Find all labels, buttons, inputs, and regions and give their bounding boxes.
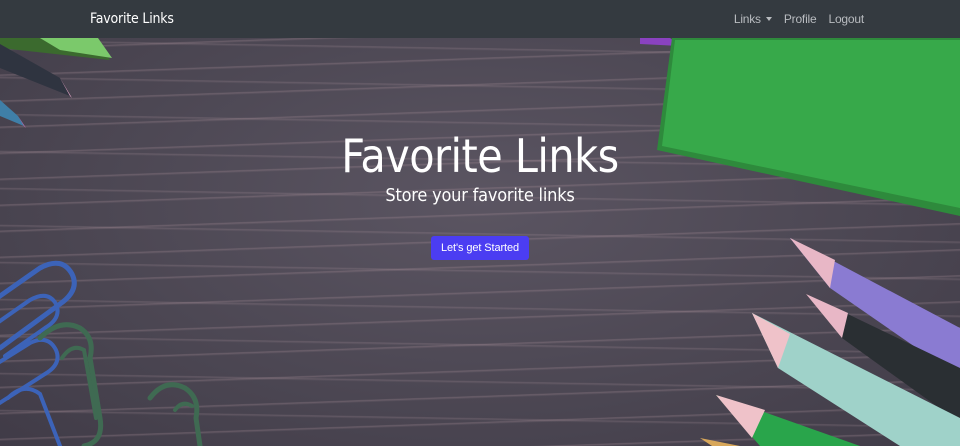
pens-illustration: [0, 38, 112, 128]
paperclips-illustration: [0, 260, 203, 446]
nav-links-label: Links: [733, 12, 761, 26]
hero-title: Favorite Links: [341, 129, 619, 183]
nav-logout-link[interactable]: Logout: [828, 12, 864, 26]
nav-links-dropdown[interactable]: Links: [734, 12, 772, 26]
nav-profile-link[interactable]: Profile: [784, 12, 817, 26]
pencils-illustration: [700, 238, 960, 446]
chevron-down-icon: [765, 17, 772, 21]
brand-link[interactable]: Favorite Links: [90, 0, 174, 38]
hero-section: Favorite Links Store your favorite links…: [0, 38, 960, 446]
top-navbar: Favorite Links Links Profile Logout: [0, 0, 960, 38]
nav-links: Links Profile Logout: [734, 0, 864, 38]
hero-subtitle: Store your favorite links: [385, 185, 575, 206]
hero-content: Favorite Links Store your favorite links…: [0, 128, 960, 260]
get-started-button[interactable]: Let's get Started: [430, 236, 530, 260]
